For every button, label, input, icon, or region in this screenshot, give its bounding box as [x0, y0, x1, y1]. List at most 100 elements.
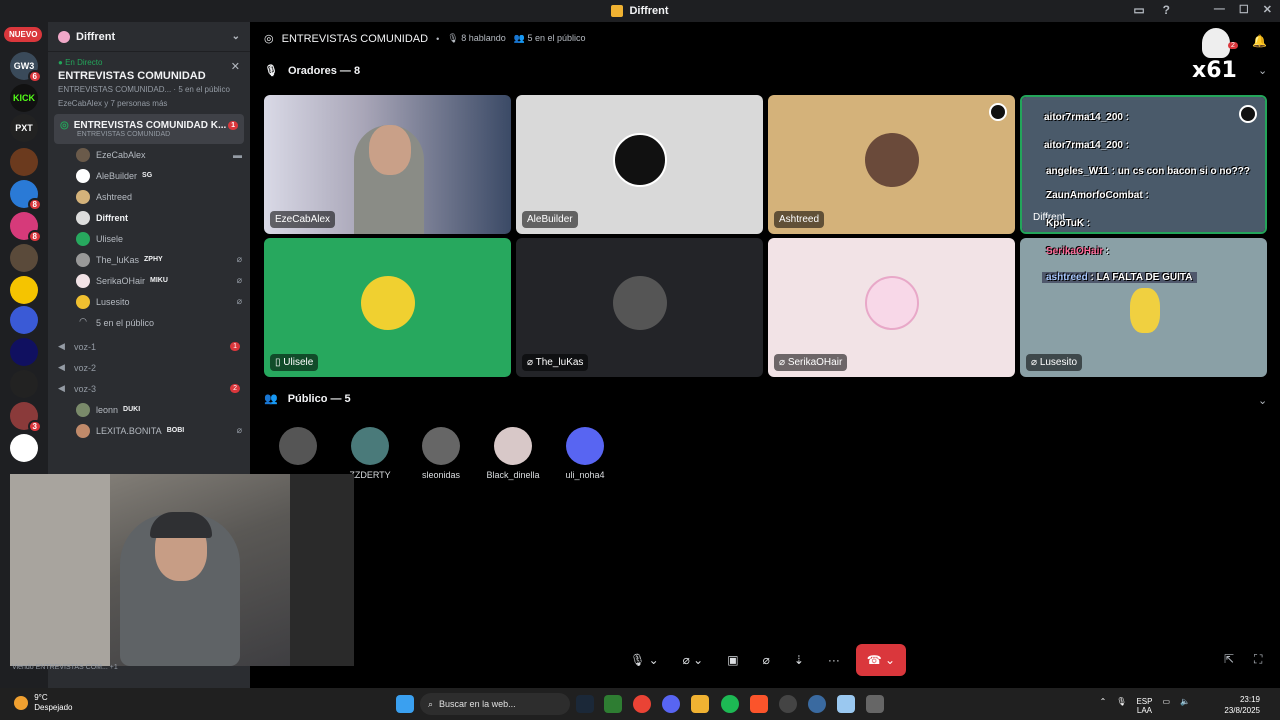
- server-icon[interactable]: [10, 338, 38, 366]
- guild-header[interactable]: Diffrent ⌄: [48, 22, 250, 52]
- chat-message: ashtreed : LA FALTA DE GUITA: [1042, 272, 1197, 283]
- server-icon[interactable]: [10, 434, 38, 462]
- chat-message: aitor7rma14_200 :: [1044, 112, 1130, 123]
- speaker-name: AleBuilder: [522, 211, 578, 228]
- mic-muted-icon[interactable]: ⌀: [755, 644, 778, 676]
- speaker-tile[interactable]: AleBuilder: [516, 95, 763, 234]
- speaker-name: Ashtreed: [774, 211, 825, 228]
- server-icon[interactable]: [10, 244, 38, 272]
- steam-icon[interactable]: [576, 695, 594, 713]
- brick-wall: [10, 474, 110, 666]
- server-icon-kick[interactable]: KICK: [10, 84, 38, 112]
- discord-icon[interactable]: [662, 695, 680, 713]
- member-row[interactable]: SerikaOHair MIKU ⌀: [48, 270, 250, 291]
- chrome-icon[interactable]: [633, 695, 651, 713]
- server-icon[interactable]: 8: [10, 180, 42, 211]
- chevron-down-icon[interactable]: ⌄: [1258, 64, 1267, 77]
- webcam-face: [369, 125, 411, 175]
- spotify-icon[interactable]: [721, 695, 739, 713]
- voice-channel[interactable]: ◀ voz-3 2: [48, 378, 250, 399]
- speaker-tile[interactable]: ⌀ SerikaOHair: [768, 238, 1015, 377]
- language-indicator[interactable]: ESP LAA: [1136, 697, 1152, 715]
- server-icon-gw3[interactable]: GW3 6: [10, 52, 42, 83]
- speaker-tile[interactable]: EzeCabAlex: [264, 95, 511, 234]
- chevron-up-icon[interactable]: ⌃: [1100, 697, 1107, 715]
- server-icon[interactable]: 3: [10, 402, 42, 433]
- voice-channel[interactable]: ◀ voz-2: [48, 357, 250, 378]
- app-icon: [611, 5, 624, 17]
- fullscreen-icon[interactable]: ⛶: [1254, 652, 1262, 667]
- screen-share-button[interactable]: ▣: [719, 644, 746, 676]
- weather-widget[interactable]: 9°C Despejado: [14, 693, 72, 713]
- chair: [290, 474, 354, 666]
- more-options-button[interactable]: ···: [820, 644, 848, 676]
- server-icon[interactable]: [10, 276, 38, 304]
- speaker-tile[interactable]: Ashtreed: [768, 95, 1015, 234]
- settings-icon[interactable]: [866, 695, 884, 713]
- audience-member[interactable]: ZZDERTY: [340, 427, 400, 480]
- speaker-name: EzeCabAlex: [270, 211, 336, 228]
- app-icon[interactable]: [808, 695, 826, 713]
- server-icon[interactable]: [10, 148, 38, 176]
- search-icon: ⌕: [428, 698, 434, 709]
- speaker-tile[interactable]: ▯ Ulisele: [264, 238, 511, 377]
- avatar: [422, 427, 460, 465]
- public-count[interactable]: ◠ 5 en el público: [48, 312, 250, 333]
- audience-member[interactable]: uli_noha4: [555, 427, 615, 480]
- server-icon[interactable]: 8: [10, 212, 42, 243]
- member-row[interactable]: The_luKas ZPHY ⌀: [48, 249, 250, 270]
- mic-icon[interactable]: 🎙: [1116, 697, 1126, 715]
- speaker-tile[interactable]: ⌀ The_luKas: [516, 238, 763, 377]
- new-badge[interactable]: NUEVO: [4, 27, 43, 42]
- member-row[interactable]: Ashtreed: [48, 186, 250, 207]
- brave-icon[interactable]: [750, 695, 768, 713]
- server-icon-pxt[interactable]: PXT: [10, 114, 38, 142]
- member-row[interactable]: leonn DUKI: [48, 399, 250, 420]
- network-icon[interactable]: ▭: [1162, 697, 1170, 715]
- minecraft-icon[interactable]: [604, 695, 622, 713]
- member-row[interactable]: Diffrent: [48, 207, 250, 228]
- taskbar-search[interactable]: ⌕ Buscar en la web...: [420, 693, 570, 715]
- volume-icon[interactable]: 🔈: [1180, 697, 1190, 715]
- member-row[interactable]: AleBuilder SG: [48, 165, 250, 186]
- camera-off-button[interactable]: ⌀ ⌄: [675, 644, 712, 676]
- avatar: [351, 427, 389, 465]
- member-row[interactable]: EzeCabAlex ▬: [48, 144, 250, 165]
- live-event-card[interactable]: ● En Directo ENTREVISTAS COMUNIDAD ENTRE…: [48, 52, 250, 114]
- audience-member[interactable]: sleonidas: [411, 427, 471, 480]
- chevron-down-icon[interactable]: ⌄: [1258, 394, 1267, 407]
- speaker-name: ▯ Ulisele: [270, 354, 319, 371]
- maximize-button[interactable]: ☐: [1239, 3, 1249, 16]
- speaker-icon: ◀: [58, 362, 65, 372]
- close-icon[interactable]: ✕: [231, 60, 240, 73]
- popout-icon[interactable]: ⇱: [1224, 652, 1234, 666]
- help-icon[interactable]: ?: [1163, 3, 1170, 17]
- member-row[interactable]: Lusesito ⌀: [48, 291, 250, 312]
- close-button[interactable]: ✕: [1263, 3, 1272, 16]
- move-to-audience-button[interactable]: ⇣: [786, 644, 812, 676]
- windows-start-icon[interactable]: [396, 695, 414, 713]
- system-tray: ⌃ 🎙 ESP LAA ▭ 🔈: [1100, 697, 1190, 715]
- audience-member[interactable]: [268, 427, 328, 470]
- chat-message: SerikaOHair :: [1046, 246, 1110, 257]
- leave-call-button[interactable]: ☎ ⌄: [855, 644, 906, 676]
- stage-channel-active[interactable]: ◎ ENTREVISTAS COMUNIDAD K... 1 ENTREVIST…: [54, 114, 244, 144]
- clock[interactable]: 23:19 23/8/2025: [1224, 694, 1260, 716]
- voice-channel[interactable]: ◀ voz-1 1: [48, 336, 250, 357]
- avatar: [612, 132, 667, 187]
- folder-icon[interactable]: [691, 695, 709, 713]
- inbox-icon[interactable]: ▭: [1133, 3, 1144, 17]
- audience-member[interactable]: Black_dinella: [483, 427, 543, 480]
- member-row[interactable]: LEXITA.BONITA BOBI ⌀: [48, 420, 250, 441]
- obs-icon[interactable]: [779, 695, 797, 713]
- microphone-button[interactable]: 🎙 ⌄: [622, 644, 667, 676]
- server-icon[interactable]: [10, 306, 38, 334]
- avatar: [864, 132, 919, 187]
- minimize-button[interactable]: —: [1214, 3, 1225, 16]
- member-row[interactable]: Ulisele: [48, 228, 250, 249]
- server-icon[interactable]: [10, 370, 38, 398]
- speaking-count: 🎙 8 hablando: [447, 33, 506, 43]
- notepad-icon[interactable]: [837, 695, 855, 713]
- notifications-icon[interactable]: 🔔: [1252, 34, 1267, 48]
- avatar: [76, 402, 90, 417]
